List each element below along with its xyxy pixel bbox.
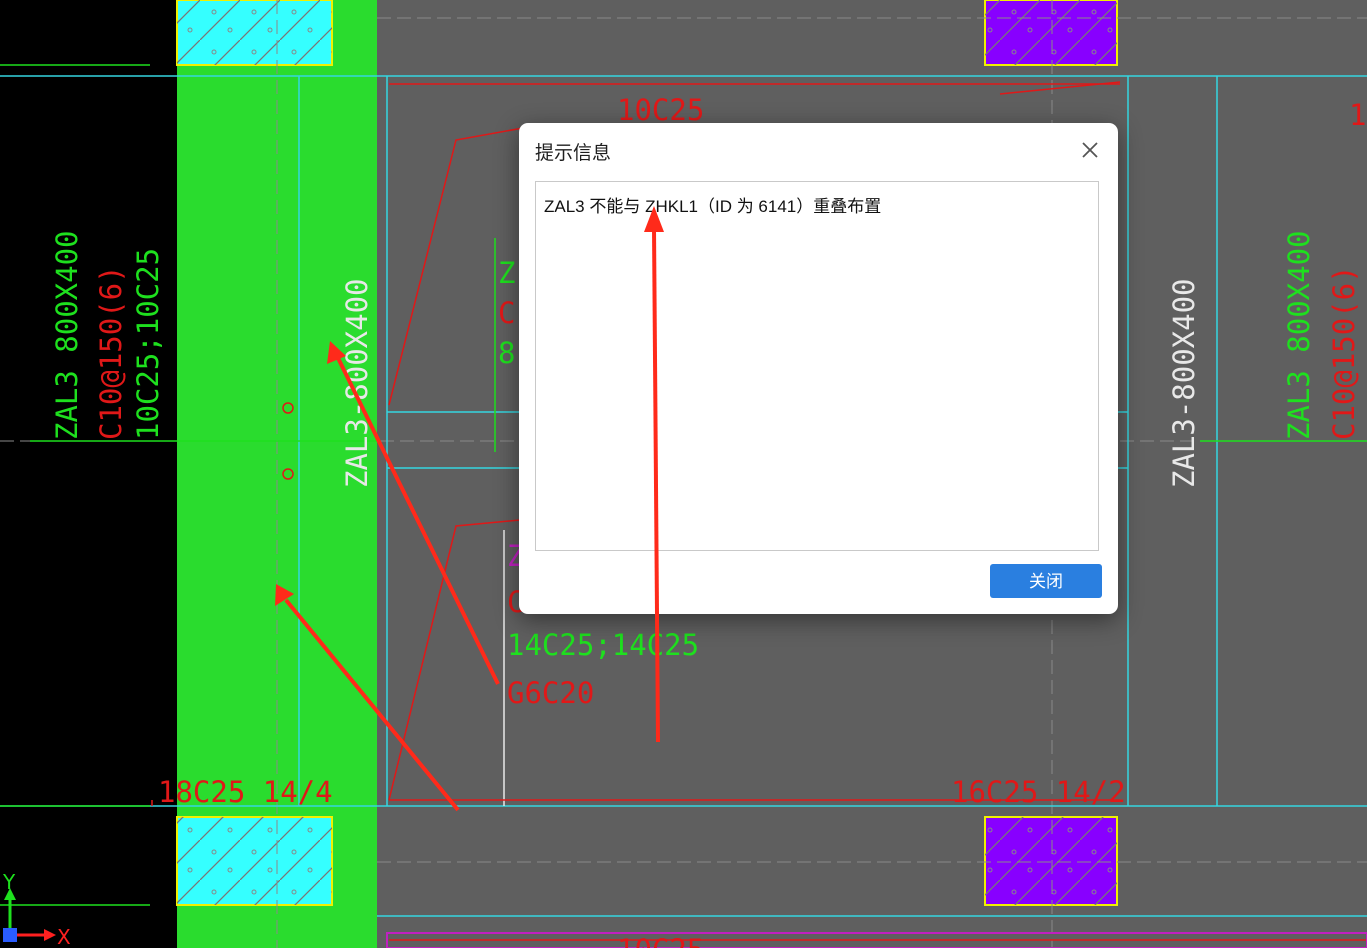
beam-center-left-label: ZAL3-800X400 <box>340 278 374 488</box>
beam-left-stirrup-label: C10@150(6) <box>94 265 128 440</box>
beam-right-name-label: ZAL3 800X400 <box>1282 230 1316 440</box>
partial-green-label-a: Z <box>498 256 515 290</box>
partial-green-label-b: C <box>498 296 515 330</box>
beam-left-name-label: ZAL3 800X400 <box>50 230 84 440</box>
bottom-edge-label: 10C25 <box>617 933 704 948</box>
mid-waist-label: G6C20 <box>507 676 594 710</box>
cyan-column-hatch-top <box>177 0 332 65</box>
cyan-column-hatch-bottom <box>177 817 332 905</box>
dialog-title: 提示信息 <box>535 143 612 164</box>
partial-green-label-c: 8 <box>498 336 515 370</box>
dialog-close-icon[interactable] <box>1076 136 1104 164</box>
beam-left-bars-label: 10C25;10C25 <box>131 248 165 440</box>
dialog-message-box[interactable]: ZAL3 不能与 ZHKL1（ID 为 6141）重叠布置 <box>535 181 1099 551</box>
mid-bars-label: 14C25;14C25 <box>507 628 699 662</box>
purple-column-hatch-bottom <box>985 817 1117 905</box>
purple-column-hatch-top <box>985 0 1117 65</box>
top-bar-right-label: 10 <box>1349 98 1367 132</box>
beam-right-stirrup-label: C10@150(6) <box>1327 265 1361 440</box>
close-button[interactable]: 关闭 <box>990 564 1102 598</box>
axis-x-label: X <box>57 925 71 948</box>
bottom-right-rebar-label: 16C25 14/2 <box>951 775 1126 809</box>
top-bar-left-label: 10C25 <box>617 93 704 127</box>
bottom-left-rebar-label: 18C25 14/4 <box>158 775 333 809</box>
axis-y-label: Y <box>2 870 16 894</box>
dialog-message-text: ZAL3 不能与 ZHKL1（ID 为 6141）重叠布置 <box>544 197 882 216</box>
message-dialog: 提示信息 ZAL3 不能与 ZHKL1（ID 为 6141）重叠布置 关闭 <box>519 123 1118 614</box>
beam-center-right-label: ZAL3-800X400 <box>1167 278 1201 488</box>
